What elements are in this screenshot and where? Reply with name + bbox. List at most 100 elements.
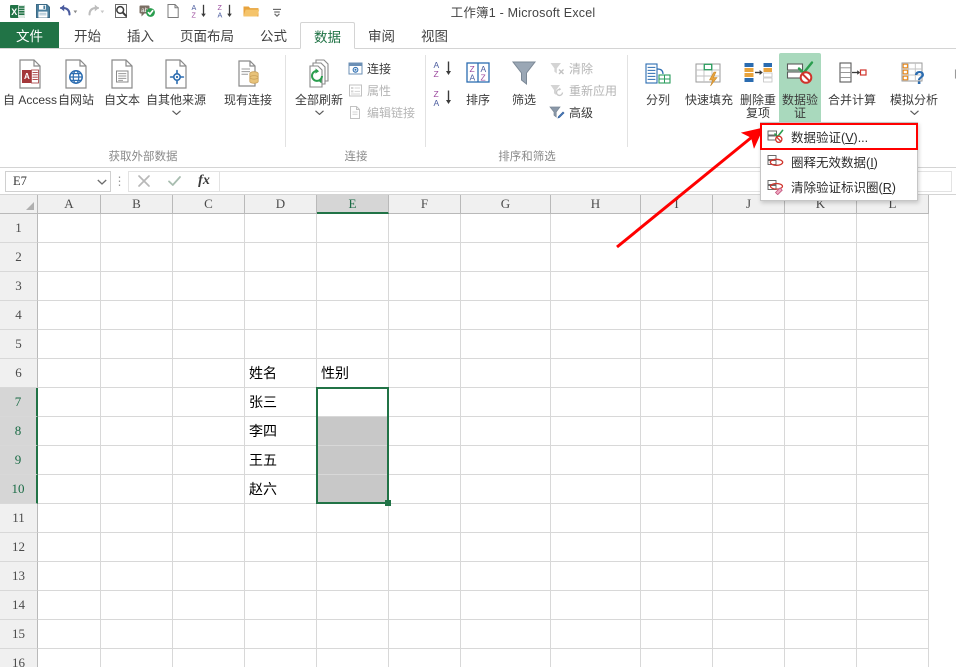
cell-C4[interactable] (173, 301, 245, 330)
cell-H11[interactable] (551, 504, 641, 533)
cell-D6[interactable]: 姓名 (245, 359, 317, 388)
cell-J5[interactable] (713, 330, 785, 359)
cell-A14[interactable] (38, 591, 101, 620)
cell-G15[interactable] (461, 620, 551, 649)
cell-K1[interactable] (785, 214, 857, 243)
cell-E13[interactable] (317, 562, 389, 591)
cell-B2[interactable] (101, 243, 173, 272)
cell-J15[interactable] (713, 620, 785, 649)
filter-button[interactable]: 筛选 (501, 53, 547, 107)
tab-formulas[interactable]: 公式 (247, 22, 300, 48)
cell-B12[interactable] (101, 533, 173, 562)
cell-C9[interactable] (173, 446, 245, 475)
cell-C5[interactable] (173, 330, 245, 359)
cell-K5[interactable] (785, 330, 857, 359)
cell-G10[interactable] (461, 475, 551, 504)
cell-L11[interactable] (857, 504, 929, 533)
cell-E15[interactable] (317, 620, 389, 649)
cell-K2[interactable] (785, 243, 857, 272)
cell-E1[interactable] (317, 214, 389, 243)
spelling-icon[interactable]: ab (134, 1, 160, 21)
name-box[interactable]: E7 (5, 171, 111, 192)
sort-az-button[interactable]: A Z (433, 59, 455, 84)
cancel-formula-button[interactable] (129, 171, 159, 192)
cell-B7[interactable] (101, 388, 173, 417)
row-header-5[interactable]: 5 (0, 330, 38, 359)
cell-J11[interactable] (713, 504, 785, 533)
cell-I5[interactable] (641, 330, 713, 359)
cell-I9[interactable] (641, 446, 713, 475)
cell-H10[interactable] (551, 475, 641, 504)
cell-F14[interactable] (389, 591, 461, 620)
cell-K12[interactable] (785, 533, 857, 562)
cell-K11[interactable] (785, 504, 857, 533)
data-validation-button[interactable]: 数据验证 (779, 53, 821, 131)
cell-G5[interactable] (461, 330, 551, 359)
column-header-H[interactable]: H (551, 195, 641, 214)
cell-K14[interactable] (785, 591, 857, 620)
cell-L15[interactable] (857, 620, 929, 649)
cell-A1[interactable] (38, 214, 101, 243)
row-header-11[interactable]: 11 (0, 504, 38, 533)
cell-C6[interactable] (173, 359, 245, 388)
cell-B10[interactable] (101, 475, 173, 504)
cell-C14[interactable] (173, 591, 245, 620)
cell-F10[interactable] (389, 475, 461, 504)
cell-J10[interactable] (713, 475, 785, 504)
cell-E4[interactable] (317, 301, 389, 330)
consolidate-button[interactable]: 合并计算 (821, 53, 883, 107)
cell-J9[interactable] (713, 446, 785, 475)
column-header-G[interactable]: G (461, 195, 551, 214)
cell-J1[interactable] (713, 214, 785, 243)
cell-L10[interactable] (857, 475, 929, 504)
cell-D11[interactable] (245, 504, 317, 533)
from-web-button[interactable]: 自网站 (53, 53, 99, 107)
cell-H8[interactable] (551, 417, 641, 446)
tab-file[interactable]: 文件 (0, 22, 59, 48)
cell-E7[interactable] (317, 388, 389, 417)
cell-L2[interactable] (857, 243, 929, 272)
cell-K15[interactable] (785, 620, 857, 649)
cell-A7[interactable] (38, 388, 101, 417)
cell-A11[interactable] (38, 504, 101, 533)
cell-D13[interactable] (245, 562, 317, 591)
cell-G4[interactable] (461, 301, 551, 330)
cell-E10[interactable] (317, 475, 389, 504)
column-header-E[interactable]: E (317, 195, 389, 214)
cell-B4[interactable] (101, 301, 173, 330)
cell-D16[interactable] (245, 649, 317, 667)
cell-C10[interactable] (173, 475, 245, 504)
tab-review[interactable]: 审阅 (355, 22, 408, 48)
cell-K10[interactable] (785, 475, 857, 504)
cell-F5[interactable] (389, 330, 461, 359)
menu-item-circle-invalid-data[interactable]: 圈释无效数据(I) (761, 149, 917, 174)
from-access-button[interactable]: A 自 Access (7, 53, 53, 107)
cell-I16[interactable] (641, 649, 713, 667)
cell-F16[interactable] (389, 649, 461, 667)
text-to-columns-button[interactable]: 分列 (635, 53, 681, 107)
cell-D7[interactable]: 张三 (245, 388, 317, 417)
tab-view[interactable]: 视图 (408, 22, 461, 48)
cell-D4[interactable] (245, 301, 317, 330)
cell-A3[interactable] (38, 272, 101, 301)
row-header-15[interactable]: 15 (0, 620, 38, 649)
cell-D2[interactable] (245, 243, 317, 272)
cell-K3[interactable] (785, 272, 857, 301)
cell-F7[interactable] (389, 388, 461, 417)
what-if-analysis-button[interactable]: ? 模拟分析 (883, 53, 945, 118)
cell-K16[interactable] (785, 649, 857, 667)
row-header-10[interactable]: 10 (0, 475, 38, 504)
row-header-2[interactable]: 2 (0, 243, 38, 272)
cell-A9[interactable] (38, 446, 101, 475)
row-header-9[interactable]: 9 (0, 446, 38, 475)
cell-G7[interactable] (461, 388, 551, 417)
cell-G8[interactable] (461, 417, 551, 446)
column-header-A[interactable]: A (38, 195, 101, 214)
cell-D3[interactable] (245, 272, 317, 301)
print-preview-icon[interactable] (108, 1, 134, 21)
cell-F13[interactable] (389, 562, 461, 591)
cell-G9[interactable] (461, 446, 551, 475)
cell-A8[interactable] (38, 417, 101, 446)
cell-J6[interactable] (713, 359, 785, 388)
row-header-7[interactable]: 7 (0, 388, 38, 417)
